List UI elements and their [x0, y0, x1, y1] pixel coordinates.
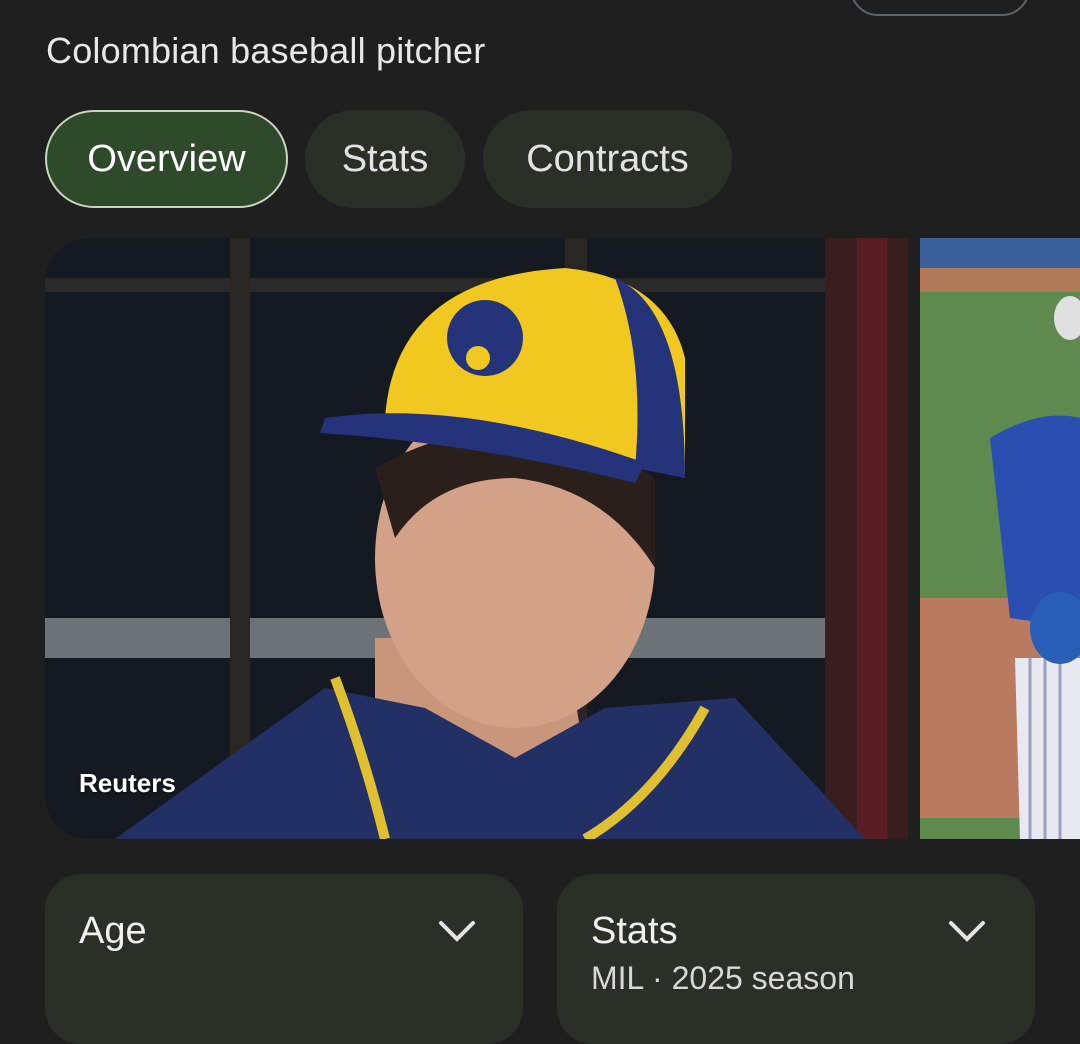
- entity-subtitle: Colombian baseball pitcher: [46, 30, 486, 71]
- stats-card-subtitle: MIL · 2025 season: [591, 960, 855, 996]
- player-photo-icon: [45, 238, 908, 839]
- age-card-title: Age: [79, 910, 147, 952]
- player-photo-main[interactable]: Reuters: [45, 238, 908, 839]
- player-photo-icon: [920, 238, 1080, 839]
- player-photo-secondary[interactable]: [920, 238, 1080, 839]
- top-action-pill[interactable]: [850, 0, 1030, 16]
- stats-card-title: Stats: [591, 910, 678, 952]
- tab-overview[interactable]: Overview: [45, 110, 288, 208]
- stats-card[interactable]: Stats MIL · 2025 season: [557, 874, 1035, 1044]
- tab-stats[interactable]: Stats: [305, 110, 465, 208]
- image-credit: Reuters: [79, 768, 176, 798]
- tab-contracts[interactable]: Contracts: [483, 110, 732, 208]
- chevron-down-icon[interactable]: [947, 918, 987, 944]
- chevron-down-icon[interactable]: [437, 918, 477, 944]
- age-card[interactable]: Age: [45, 874, 523, 1044]
